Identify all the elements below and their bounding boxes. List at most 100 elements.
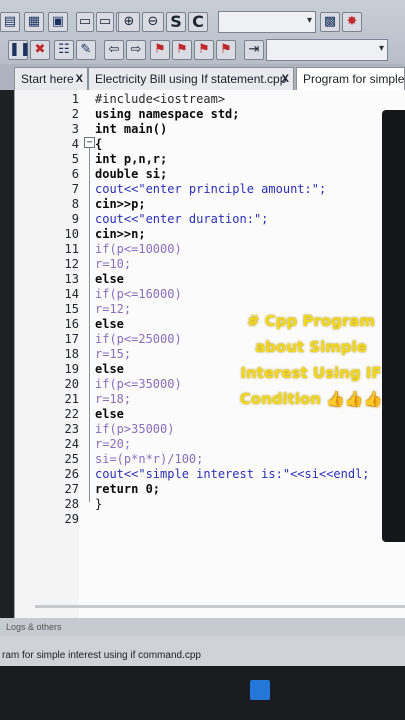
line-number: 25 [64, 452, 79, 466]
close-icon[interactable]: X [76, 68, 83, 90]
code-line: if(p<=16000) [95, 287, 182, 301]
line-number-gutter: 1 2 3 4 5 6 7 8 9 10 11 12 13 14 15 16 1… [15, 90, 79, 618]
line-number: 22 [64, 407, 79, 421]
fold-toggle-icon[interactable]: − [84, 137, 95, 148]
line-number: 24 [64, 437, 79, 451]
code-line: else [95, 272, 124, 286]
line-number: 29 [64, 512, 79, 526]
code-line: if(p>35000) [95, 422, 175, 436]
caption-line: Condition 👍👍👍 [239, 390, 383, 408]
line-number: 5 [71, 152, 79, 166]
line-number: 4 [71, 137, 79, 151]
line-number: 15 [64, 302, 79, 316]
code-line: } [95, 497, 103, 511]
format-icon[interactable]: ✎ [76, 40, 96, 60]
line-number: 1 [71, 92, 79, 106]
taskbar [0, 666, 405, 720]
forward-arrow-icon[interactable]: ⇨ [126, 40, 146, 60]
line-number: 23 [64, 422, 79, 436]
line-number: 18 [64, 347, 79, 361]
window-icon[interactable]: ▭ [76, 12, 94, 32]
line-number: 12 [64, 257, 79, 271]
video-caption-overlay: # Cpp Program about Simple Interest Usin… [236, 308, 386, 412]
line-number: 6 [71, 167, 79, 181]
zoom-in-icon[interactable]: ⊕ [118, 12, 140, 32]
print-icon[interactable]: ▣ [48, 12, 68, 32]
file-path: ram for simple interest using if command… [2, 650, 201, 661]
zoom-out-icon[interactable]: ⊖ [142, 12, 164, 32]
line-number: 2 [71, 107, 79, 121]
code-line: double si; [95, 167, 168, 181]
logs-label: Logs & others [6, 622, 62, 632]
open-file-icon[interactable]: ▤ [0, 12, 20, 32]
line-number: 19 [64, 362, 79, 376]
line-number: 9 [71, 212, 79, 226]
toggle-icon[interactable]: ☷ [54, 40, 74, 60]
tab-electricity-bill[interactable]: Electricity Bill using If statement.cpp … [88, 67, 294, 90]
caption-line: about Simple [255, 338, 367, 356]
line-number: 10 [64, 227, 79, 241]
pause-icon[interactable]: ❚❚ [8, 40, 31, 60]
file-path-status: ram for simple interest using if command… [0, 636, 405, 666]
fold-guide [89, 142, 90, 502]
code-line: cout<<"enter duration:"; [95, 212, 269, 226]
code-line: int p,n,r; [95, 152, 168, 166]
line-number: 3 [71, 122, 79, 136]
close-icon[interactable]: X [282, 68, 289, 90]
logs-panel-header[interactable]: Logs & others [0, 618, 405, 636]
code-line: { [95, 137, 103, 151]
code-line: if(p<=25000) [95, 332, 182, 346]
code-line: r=15; [95, 347, 132, 361]
code-line: cin>>p; [95, 197, 146, 211]
s-button[interactable]: S [166, 12, 186, 32]
tab-label: Start here [21, 72, 74, 86]
stop-icon[interactable]: ✖ [30, 40, 50, 60]
tab-program-simple-interest[interactable]: Program for simple [296, 67, 405, 90]
horizontal-scrollbar[interactable] [35, 605, 405, 608]
line-number: 13 [64, 272, 79, 286]
bookmark-icon[interactable]: ⚑ [194, 40, 214, 60]
code-line: r=20; [95, 437, 132, 451]
windows-start-icon[interactable] [250, 680, 270, 700]
code-line: if(p<=35000) [95, 377, 182, 391]
code-line: return 0; [95, 482, 161, 496]
tab-start-here[interactable]: Start here X [14, 67, 88, 90]
tab-label: Electricity Bill using If statement.cpp [95, 72, 287, 86]
line-number: 14 [64, 287, 79, 301]
target-select[interactable]: ▾ [218, 11, 316, 33]
line-number: 7 [71, 182, 79, 196]
bookmark-icon[interactable]: ⚑ [216, 40, 236, 60]
bookmark-icon[interactable]: ⚑ [172, 40, 192, 60]
code-line: r=12; [95, 302, 132, 316]
code-line: cin>>n; [95, 227, 146, 241]
toolbar-row-1: ▤ ▦ ▣ ▭ ▭ ▭ ⊕ ⊖ S C ▾ ▩ ✸ [0, 8, 405, 36]
line-number: 26 [64, 467, 79, 481]
line-number: 17 [64, 332, 79, 346]
code-line: cout<<"enter principle amount:"; [95, 182, 327, 196]
code-line: else [95, 317, 124, 331]
wrench-icon[interactable]: ✸ [342, 12, 362, 32]
line-number: 28 [64, 497, 79, 511]
chevron-down-icon: ▾ [378, 43, 384, 54]
tools-icon[interactable]: ▩ [320, 12, 340, 32]
toolbar-row-2: ❚❚ ✖ ☷ ✎ ⇦ ⇨ ⚑ ⚑ ⚑ ⚑ ⇥ ▾ [0, 36, 405, 64]
back-arrow-icon[interactable]: ⇦ [104, 40, 124, 60]
line-number: 27 [64, 482, 79, 496]
line-number: 8 [71, 197, 79, 211]
code-line: #include<iostream> [95, 92, 226, 106]
line-number: 11 [64, 242, 79, 256]
caption-line: # Cpp Program [246, 312, 376, 330]
window-icon[interactable]: ▭ [96, 12, 114, 32]
save-icon[interactable]: ▦ [24, 12, 44, 32]
c-button[interactable]: C [188, 12, 208, 32]
code-line: else [95, 407, 124, 421]
code-line: r=18; [95, 392, 132, 406]
flag-icon[interactable]: ⚑ [150, 40, 170, 60]
chevron-down-icon: ▾ [306, 15, 312, 26]
code-line: si=(p*n*r)/100; [95, 452, 204, 466]
function-select[interactable]: ▾ [266, 39, 388, 61]
main-toolbar: ▤ ▦ ▣ ▭ ▭ ▭ ⊕ ⊖ S C ▾ ▩ ✸ ❚❚ ✖ ☷ ✎ ⇦ ⇨ ⚑… [0, 0, 405, 64]
run-icon[interactable]: ⇥ [244, 40, 264, 60]
code-line: r=10; [95, 257, 132, 271]
caption-line: Interest Using IF [240, 364, 382, 382]
